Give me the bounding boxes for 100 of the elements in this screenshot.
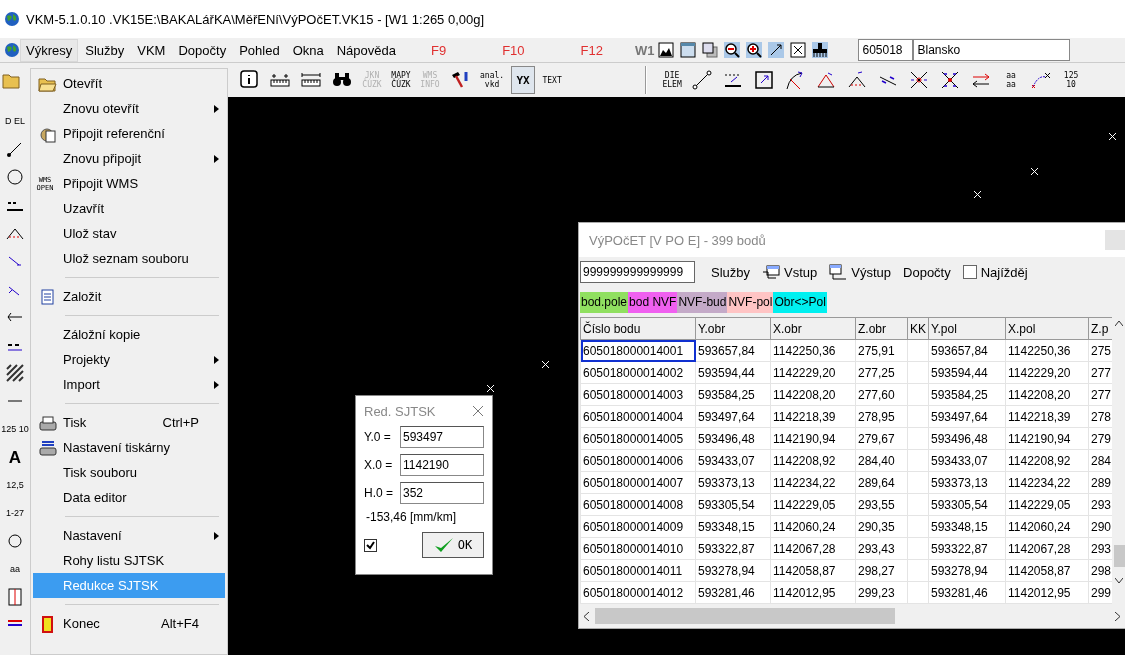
function-key[interactable]: F12 [574,38,609,62]
menu-item[interactable]: Dopočty [901,264,953,280]
scroll-left-icon[interactable] [583,611,589,621]
circle-icon[interactable] [5,167,25,187]
scroll-down-icon[interactable] [1115,578,1123,583]
field-label: X.0 = [364,458,394,472]
table-cell: 605018000014003 [580,383,696,406]
menu-item[interactable]: Výkresy [20,38,79,62]
column-header[interactable]: X.pol [1005,317,1089,340]
zoom-out-icon[interactable] [724,42,741,58]
menu-item[interactable]: Nastavení tiskárny [33,435,225,460]
tool-button[interactable]: Výstup [827,264,894,280]
menu-item[interactable]: Služby [79,38,131,62]
tool-button[interactable]: anal. vkd [478,66,507,94]
scroll-right-icon[interactable] [1115,611,1121,621]
window-icon[interactable] [680,42,697,58]
menu-item[interactable]: Tisk souboru [33,460,225,485]
menu-item[interactable]: Projekty [33,347,225,372]
menu-item[interactable]: Založit [33,284,225,309]
tool-button[interactable]: TEXT [540,66,565,94]
table-cell: 605018000014012 [580,581,696,604]
menu-item[interactable]: Znovu otevřít [33,96,225,121]
globe-icon[interactable] [4,42,20,58]
checkbox[interactable] [364,538,377,552]
column-header[interactable]: Z.p [1088,317,1113,340]
tool-button[interactable]: YX [511,66,536,94]
tool-button[interactable]: 125 10 [1,419,29,439]
column-header[interactable]: KK [907,317,929,340]
menu-item[interactable]: Nápověda [330,38,402,62]
zoom-in-icon[interactable] [746,42,763,58]
table-cell: 1142250,36 [1005,339,1089,362]
code-field[interactable]: 605018 [858,39,914,61]
tool-button[interactable]: D EL [1,111,29,131]
input-field[interactable]: 593497 [400,426,484,448]
windows-icon[interactable] [702,42,719,58]
scrollbar-thumb[interactable] [595,608,895,624]
table-cell: 593373,13 [695,471,771,494]
menu-item[interactable]: Nastavení [33,523,225,548]
menu-item[interactable]: Okna [286,38,330,62]
point-marker-icon [973,190,982,199]
input-field[interactable]: 352 [400,482,484,504]
scrollbar-thumb[interactable] [1114,545,1125,567]
menu-item[interactable]: Připojit referenční [33,121,225,146]
menu-item[interactable]: Ulož stav [33,221,225,246]
circle-icon[interactable] [5,531,25,551]
column-header[interactable]: X.obr [770,317,856,340]
tool-button[interactable]: aa aa [999,66,1024,94]
menu-item[interactable]: Služby [709,264,753,280]
column-header[interactable]: Číslo bodu [580,317,696,340]
arrow-icon[interactable] [768,42,785,58]
tool-button[interactable]: DIE ELEM [660,66,685,94]
table-cell: 1142218,39 [1005,405,1089,428]
tool-button[interactable]: 1-27 [1,503,29,523]
menu-item[interactable]: Data editor [33,485,225,510]
zoom-extent-icon[interactable] [790,42,807,58]
function-key[interactable]: F9 [425,38,453,62]
menu-item[interactable]: Rohy listu SJTSK [33,548,225,573]
point-marker-icon [541,360,550,369]
folder-icon[interactable] [2,71,22,89]
scroll-up-icon[interactable] [1115,321,1123,326]
function-key[interactable]: F10 [496,38,531,62]
menu-item[interactable]: Import [33,372,225,397]
table-cell: 1142229,20 [1005,361,1089,384]
legend-tag: NVF-pol [727,292,774,313]
tool-button[interactable]: A [1,447,29,467]
checkbox[interactable] [962,265,977,279]
menu-item[interactable]: Pohled [233,38,286,62]
tool-button[interactable]: MAPY ČÚZK [389,66,413,94]
menu-item[interactable]: VKM [131,38,172,62]
table-cell: 298,27 [855,559,908,582]
hatch-tool-icon[interactable] [812,42,829,58]
table-cell: 605018000014011 [580,559,696,582]
table-cell: 593584,25 [928,383,1006,406]
picture-frame-icon[interactable] [658,42,675,58]
column-header[interactable]: Y.obr [695,317,771,340]
menu-item[interactable]: Tisk Ctrl+P [33,410,225,435]
menu-item[interactable]: Znovu připojit [33,146,225,171]
place-field[interactable]: Blansko [913,39,1071,61]
menu-item[interactable]: Záložní kopie [33,322,225,347]
table-cell: 277,25 [855,361,908,384]
input-field[interactable]: 1142190 [400,454,484,476]
menu-item[interactable]: Ulož seznam souboru [33,246,225,271]
tool-button[interactable]: Vstup [760,264,820,280]
tool-button[interactable]: 12,5 [1,475,29,495]
table-cell: 605018000014002 [580,361,696,384]
ok-button[interactable]: OK [422,532,484,558]
menu-item[interactable]: Dopočty [172,38,233,62]
close-icon[interactable] [472,405,484,417]
hatch-icon[interactable] [5,363,25,383]
search-field[interactable]: 999999999999999 [580,261,695,283]
menu-item[interactable]: Uzavřít [33,196,225,221]
tool-button[interactable]: 125 10 [1059,66,1084,94]
field-label: Y.0 = [364,430,392,444]
column-header[interactable]: Z.obr [855,317,908,340]
table-cell: 1142190,94 [1005,427,1089,450]
menu-item[interactable]: Otevřít [33,71,225,96]
menu-item[interactable]: Konec Alt+F4 [33,611,225,636]
frame-icon[interactable] [5,587,25,607]
tool-button[interactable]: aa [1,559,29,579]
column-header[interactable]: Y.pol [928,317,1006,340]
